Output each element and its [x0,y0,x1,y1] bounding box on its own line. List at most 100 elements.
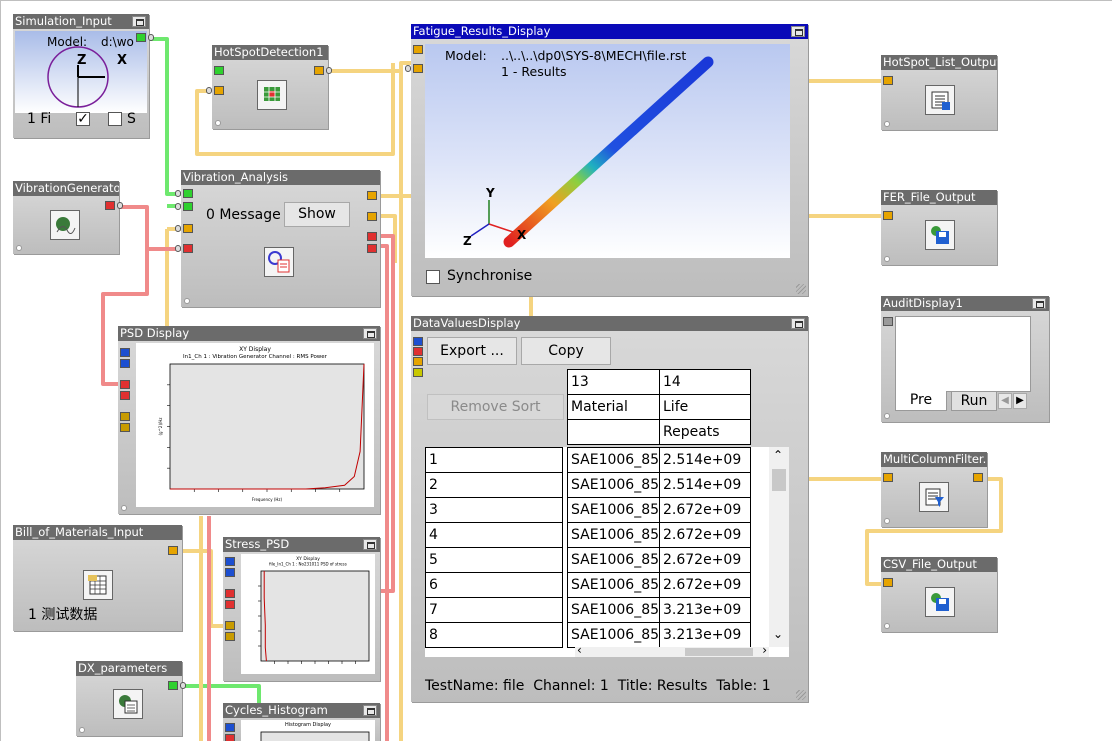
simulation-input-node[interactable]: Simulation_Input Model: d:\wo Z X 1 Fi ✓… [13,14,154,138]
row-number[interactable]: 3 [425,497,563,523]
psd-chart[interactable]: XY DisplayIn1_Ch 1 : Vibration Generator… [136,343,374,507]
results-viewport[interactable]: Model: ..\..\..\dp0\SYS-8\MECH\file.rst … [425,44,790,258]
output-port[interactable] [314,66,324,75]
input-port[interactable] [183,189,193,198]
node-title[interactable]: Stress_PSD [223,537,380,552]
row-number[interactable]: 1 [425,447,563,473]
fatigue-results-node[interactable]: Fatigue_Results_Display Model: ..\..\..\… [405,24,808,296]
scroll-thumb-h[interactable] [685,648,753,656]
scroll-down-icon[interactable]: ⌄ [773,627,783,641]
port-knob[interactable] [175,203,181,210]
data-table-body[interactable]: 1 SAE1006_85 2.514e+09 2 SAE1006_85 2.514e+09… [425,447,789,657]
output-port[interactable] [367,212,377,221]
material-cell[interactable]: SAE1006_85 [567,522,660,548]
audit-display-node[interactable]: AuditDisplay1 Pre Run ◀ ▶ [881,296,1049,422]
model-preview[interactable]: Model: d:\wo Z X [15,31,147,113]
node-title[interactable]: Cycles_Histogram [223,703,380,718]
node-title[interactable]: Fatigue_Results_Display [411,24,808,39]
input-port[interactable] [413,64,423,73]
row-number[interactable]: 7 [425,597,563,623]
table-row[interactable]: 3 SAE1006_85 2.672e+09 [425,497,765,523]
node-title[interactable]: CSV_File_Output [881,557,997,572]
input-port[interactable] [120,348,130,357]
hotspot-grid-icon[interactable] [257,80,287,110]
hotspot-detection-node[interactable]: HotSpotDetection1 [206,45,332,129]
csv-file-output-node[interactable]: CSV_File_Output [881,557,997,632]
life-cell[interactable]: 2.672e+09 [659,497,751,523]
port-knob[interactable] [117,202,123,209]
filter-icon[interactable] [919,482,949,512]
output-port[interactable] [136,33,146,42]
window-button[interactable] [132,16,146,27]
input-port[interactable] [183,202,193,211]
parameters-icon[interactable] [113,689,143,719]
input-port[interactable] [214,66,224,75]
window-button[interactable] [363,328,377,339]
table-row[interactable]: 2 SAE1006_85 2.514e+09 [425,472,765,498]
port-knob[interactable] [180,682,186,689]
table-row[interactable]: 1 SAE1006_85 2.514e+09 [425,447,765,473]
input-port[interactable] [883,211,893,220]
multicolumn-filter-node[interactable]: MultiColumnFilter. [881,452,987,527]
fer-file-output-node[interactable]: FER_File_Output [881,190,997,265]
node-title[interactable]: HotSpot_List_Output [881,55,997,70]
input-port[interactable] [225,600,235,609]
life-cell[interactable]: 2.672e+09 [659,572,751,598]
port-knob[interactable] [175,190,181,197]
row-number[interactable]: 8 [425,622,563,648]
export-button[interactable]: Export ... [427,337,517,365]
node-title[interactable]: AuditDisplay1 [881,296,1049,311]
scroll-up-icon[interactable]: ⌃ [773,448,783,462]
input-port[interactable] [183,244,193,253]
port-knob[interactable] [405,65,411,72]
input-port[interactable] [120,380,130,389]
port-knob[interactable] [206,87,212,94]
row-number[interactable]: 2 [425,472,563,498]
input-port[interactable] [225,557,235,566]
life-cell[interactable]: 2.672e+09 [659,522,751,548]
material-cell[interactable]: SAE1006_85 [567,597,660,623]
table-row[interactable]: 4 SAE1006_85 2.672e+09 [425,522,765,548]
histogram-plot[interactable]: Histogram Display [241,720,375,741]
material-cell[interactable]: SAE1006_85 [567,447,660,473]
output-port[interactable] [367,244,377,253]
input-port[interactable] [883,76,893,85]
output-port[interactable] [168,546,178,555]
window-button[interactable] [363,539,377,550]
input-port[interactable] [120,423,130,432]
tab-next-icon[interactable]: ▶ [1013,393,1027,409]
tab-prev-icon[interactable]: ◀ [998,393,1012,409]
checkbox-unchecked[interactable] [108,112,122,126]
csv-save-icon[interactable] [925,587,955,617]
checkbox-checked[interactable]: ✓ [76,112,90,126]
table-row[interactable]: 6 SAE1006_85 2.672e+09 [425,572,765,598]
node-title[interactable]: Vibration_Analysis [181,170,380,185]
input-port[interactable] [413,337,423,346]
node-title[interactable]: FER_File_Output [881,190,997,205]
life-cell[interactable]: 3.213e+09 [659,622,751,648]
remove-sort-button[interactable]: Remove Sort [427,394,564,420]
input-port[interactable] [883,317,893,326]
column-number[interactable]: 13 [567,369,660,395]
row-number[interactable]: 5 [425,547,563,573]
show-button[interactable]: Show [284,202,350,227]
data-values-node[interactable]: DataValuesDisplay Export ... Copy Remove… [411,316,808,702]
input-port[interactable] [225,723,235,732]
node-title[interactable]: VibrationGenerato [13,181,119,196]
input-port[interactable] [225,589,235,598]
table-row[interactable]: 7 SAE1006_85 3.213e+09 [425,597,765,623]
output-port[interactable] [367,191,377,200]
histogram-chart[interactable]: Histogram Display [241,720,375,741]
list-save-icon[interactable] [925,85,955,115]
node-title[interactable]: Bill_of_Materials_Input [13,525,182,540]
port-knob[interactable] [175,225,181,232]
row-number[interactable]: 4 [425,522,563,548]
row-number[interactable]: 6 [425,572,563,598]
input-port[interactable] [225,632,235,641]
life-cell[interactable]: 2.514e+09 [659,447,751,473]
life-cell[interactable]: 3.213e+09 [659,597,751,623]
port-knob[interactable] [148,34,154,41]
audit-log-area[interactable] [895,316,1031,392]
node-title[interactable]: PSD Display [118,326,380,341]
psd-plot[interactable]: XY Display In1_Ch 1 : Vibration Generator… [136,343,374,507]
